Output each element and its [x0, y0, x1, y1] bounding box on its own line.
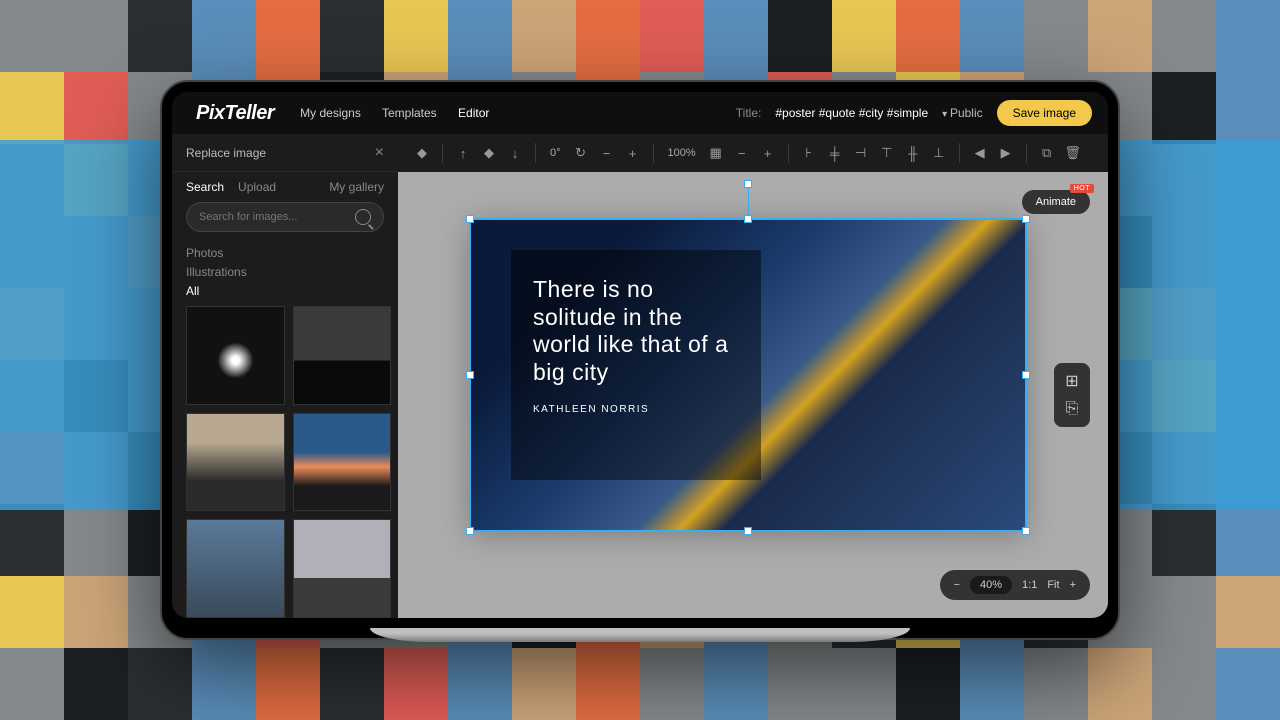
image-thumb[interactable]	[186, 519, 285, 618]
nav-editor[interactable]: Editor	[458, 106, 489, 120]
app-screen: PixTeller My designs Templates Editor Ti…	[172, 92, 1108, 618]
duplicate-icon[interactable]: ⧉	[1037, 143, 1057, 163]
handle-ml[interactable]	[466, 371, 474, 379]
cat-photos[interactable]: Photos	[186, 246, 384, 260]
layer-order-icon[interactable]: ◆	[479, 143, 499, 163]
opacity-value[interactable]: 100%	[664, 147, 700, 159]
tab-upload[interactable]: Upload	[238, 180, 276, 194]
rotate-handle[interactable]	[744, 180, 752, 188]
image-results	[172, 306, 398, 618]
handle-bl[interactable]	[466, 527, 474, 535]
search-icon[interactable]	[355, 209, 371, 225]
side-tools: ⊞ ⎘	[1054, 363, 1090, 427]
align-top-icon[interactable]: ⊤	[877, 143, 897, 163]
top-bar: PixTeller My designs Templates Editor Ti…	[172, 92, 1108, 134]
rotate-line	[748, 184, 749, 216]
align-bottom-icon[interactable]: ⊥	[929, 143, 949, 163]
main-nav: My designs Templates Editor	[300, 106, 507, 120]
title-label: Title:	[736, 106, 762, 120]
layer-down-icon[interactable]: ↓	[505, 143, 525, 163]
zoom-fit[interactable]: Fit	[1047, 579, 1059, 591]
quote-author[interactable]: KATHLEEN NORRIS	[533, 404, 739, 415]
zoom-11[interactable]: 1:1	[1022, 579, 1037, 591]
align-center-h-icon[interactable]: ╪	[825, 143, 845, 163]
shape-icon[interactable]: ◆	[412, 143, 432, 163]
handle-bm[interactable]	[744, 527, 752, 535]
laptop-frame: PixTeller My designs Templates Editor Ti…	[160, 80, 1120, 640]
save-button[interactable]: Save image	[997, 100, 1092, 126]
tab-my-gallery[interactable]: My gallery	[329, 180, 384, 194]
opacity-icon[interactable]: ▦	[706, 143, 726, 163]
laptop-base	[370, 628, 910, 642]
zoom-bar: − 40% 1:1 Fit +	[940, 570, 1090, 600]
close-icon[interactable]: ×	[375, 144, 384, 162]
delete-icon[interactable]: 🗑	[1063, 143, 1083, 163]
quote-overlay[interactable]: There is no solitude in the world like t…	[511, 250, 761, 480]
nav-my-designs[interactable]: My designs	[300, 106, 361, 120]
search-input[interactable]	[199, 211, 355, 223]
layer-up-icon[interactable]: ↑	[453, 143, 473, 163]
rotate-minus-icon[interactable]: −	[597, 143, 617, 163]
canvas-area[interactable]: There is no solitude in the world like t…	[398, 172, 1108, 618]
handle-tr[interactable]	[1022, 215, 1030, 223]
image-thumb[interactable]	[186, 413, 285, 512]
cat-illustrations[interactable]: Illustrations	[186, 265, 384, 279]
hot-badge: HOT	[1070, 184, 1094, 193]
image-thumb[interactable]	[293, 519, 392, 618]
visibility-dropdown[interactable]: Public	[942, 106, 983, 120]
zoom-percent[interactable]: 40%	[970, 576, 1012, 594]
opacity-minus-icon[interactable]: −	[732, 143, 752, 163]
export-icon[interactable]: ⎘	[1062, 399, 1082, 419]
opacity-plus-icon[interactable]: +	[758, 143, 778, 163]
workspace: Replace image × Search Upload My gallery…	[172, 134, 1108, 618]
title-value[interactable]: #poster #quote #city #simple	[775, 106, 928, 120]
image-thumb[interactable]	[186, 306, 285, 405]
toolbar: ◆ ↑ ◆ ↓ 0° ↻ − + 100% ▦ − + ⊦	[398, 134, 1108, 172]
handle-mr[interactable]	[1022, 371, 1030, 379]
handle-br[interactable]	[1022, 527, 1030, 535]
tab-search[interactable]: Search	[186, 180, 224, 194]
sidebar: Replace image × Search Upload My gallery…	[172, 134, 398, 618]
zoom-out-icon[interactable]: −	[954, 579, 960, 591]
flip-v-icon[interactable]: ▶	[996, 143, 1016, 163]
search-box[interactable]	[186, 202, 384, 232]
animate-label: Animate	[1036, 196, 1076, 208]
main-area: ◆ ↑ ◆ ↓ 0° ↻ − + 100% ▦ − + ⊦	[398, 134, 1108, 618]
flip-h-icon[interactable]: ◀	[970, 143, 990, 163]
rotate-icon[interactable]: ↻	[571, 143, 591, 163]
animate-button[interactable]: Animate HOT	[1022, 190, 1090, 214]
add-image-icon[interactable]: ⊞	[1062, 371, 1082, 391]
cat-all[interactable]: All	[186, 284, 384, 298]
zoom-in-icon[interactable]: +	[1070, 579, 1076, 591]
image-thumb[interactable]	[293, 306, 392, 405]
align-right-icon[interactable]: ⊣	[851, 143, 871, 163]
quote-text[interactable]: There is no solitude in the world like t…	[533, 276, 739, 386]
panel-title: Replace image	[186, 146, 266, 160]
handle-tm[interactable]	[744, 215, 752, 223]
nav-templates[interactable]: Templates	[382, 106, 437, 120]
align-left-icon[interactable]: ⊦	[799, 143, 819, 163]
handle-tl[interactable]	[466, 215, 474, 223]
rotate-value[interactable]: 0°	[546, 147, 565, 159]
rotate-plus-icon[interactable]: +	[623, 143, 643, 163]
image-thumb[interactable]	[293, 413, 392, 512]
align-center-v-icon[interactable]: ╫	[903, 143, 923, 163]
logo[interactable]: PixTeller	[188, 100, 282, 127]
design-canvas[interactable]: There is no solitude in the world like t…	[471, 220, 1025, 530]
